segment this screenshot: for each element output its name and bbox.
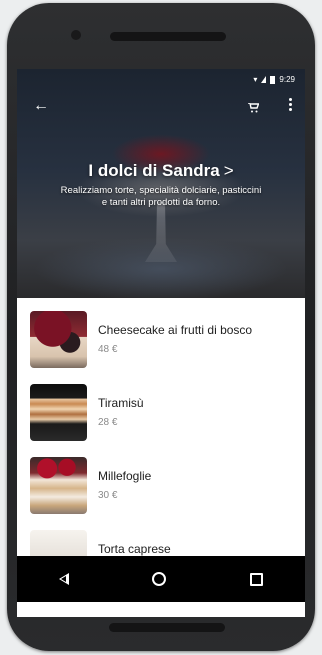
product-image: [30, 457, 87, 514]
speaker-grille: [109, 623, 225, 632]
product-price: 28 €: [98, 417, 118, 428]
front-camera: [71, 30, 81, 40]
signal-icon: [261, 76, 267, 83]
arrow-left-icon[interactable]: ←: [33, 97, 49, 115]
product-name: Cheesecake ai frutti di bosco: [98, 323, 253, 337]
nav-recents-icon[interactable]: [250, 572, 264, 586]
list-item[interactable]: Millefoglie 30 €: [17, 444, 305, 517]
cake-stand-image: [145, 202, 177, 262]
hero-banner: ▾ 9:29 ← I dolci di Sandra > Realizziamo …: [17, 69, 305, 298]
shop-title-text: I dolci di Sandra: [88, 161, 220, 180]
list-item[interactable]: Tiramisù 28 €: [17, 371, 305, 444]
status-time: 9:29: [279, 75, 295, 84]
product-price: 48 €: [98, 344, 118, 355]
wifi-icon: ▾: [253, 75, 258, 84]
product-list: Cheesecake ai frutti di bosco 48 € Tiram…: [17, 298, 305, 590]
shop-title[interactable]: I dolci di Sandra >: [17, 161, 305, 181]
product-image: [30, 384, 87, 441]
product-name: Millefoglie: [98, 469, 152, 483]
system-nav-bar: [17, 556, 305, 602]
nav-home-icon[interactable]: [152, 572, 167, 586]
earpiece: [110, 32, 226, 41]
product-name: Tiramisù: [98, 396, 144, 410]
battery-icon: [270, 75, 276, 84]
list-item[interactable]: Cheesecake ai frutti di bosco 48 €: [17, 298, 305, 371]
nav-back-icon[interactable]: [58, 573, 69, 585]
product-name: Torta caprese: [98, 542, 171, 556]
chevron-right-icon: >: [223, 161, 234, 180]
app-screen: ▾ 9:29 ← I dolci di Sandra > Realizziamo …: [17, 69, 305, 617]
more-vert-icon[interactable]: [289, 98, 293, 113]
shopping-cart-icon[interactable]: [248, 103, 259, 113]
shop-subtitle: Realizziamo torte, specialità dolciarie,…: [60, 185, 262, 208]
product-image: [30, 311, 87, 368]
product-price: 30 €: [98, 490, 118, 501]
status-bar: ▾ 9:29: [253, 75, 295, 84]
